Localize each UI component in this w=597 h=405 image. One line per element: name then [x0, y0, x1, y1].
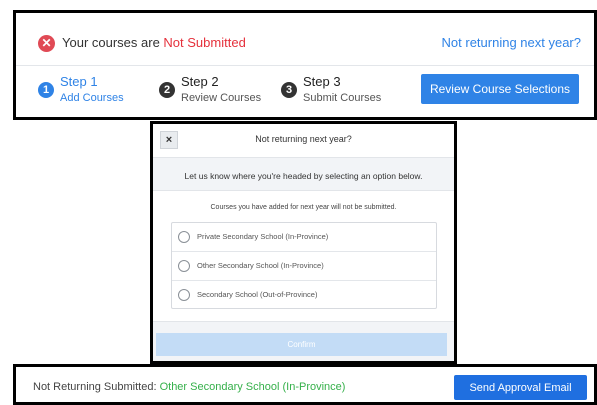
option-other-secondary-in-province[interactable]: Other Secondary School (In-Province) — [172, 252, 436, 281]
status-prefix: Your courses are — [62, 35, 164, 50]
step-2-subtitle: Review Courses — [181, 92, 262, 104]
option-label: Private Secondary School (In-Province) — [197, 232, 329, 241]
modal-title: Not returning next year? — [255, 134, 352, 144]
submitted-destination: Other Secondary School (In-Province) — [159, 381, 346, 393]
course-status-panel: ✕ Your courses are Not Submitted Not ret… — [13, 10, 597, 120]
step-2-title: Step 2 — [181, 74, 219, 89]
radio-icon[interactable] — [178, 260, 190, 272]
step-3-title: Step 3 — [303, 74, 341, 89]
not-returning-modal: × Not returning next year? Let us know w… — [150, 121, 457, 364]
step-1-title: Step 1 — [60, 74, 98, 89]
submission-status-bar: Not Returning Submitted: Other Secondary… — [13, 364, 597, 405]
option-private-secondary-in-province[interactable]: Private Secondary School (In-Province) — [172, 223, 436, 252]
modal-note: Courses you have added for next year wil… — [210, 204, 397, 211]
option-secondary-out-of-province[interactable]: Secondary School (Out-of-Province) — [172, 281, 436, 310]
step-2-number-icon: 2 — [159, 82, 175, 98]
not-returning-link[interactable]: Not returning next year? — [442, 35, 581, 50]
submitted-message: Not Returning Submitted: Other Secondary… — [33, 381, 345, 393]
status-message: Your courses are Not Submitted — [62, 35, 246, 50]
status-state: Not Submitted — [163, 35, 246, 50]
steps-row: 1 Step 1 Add Courses 2 Step 2 Review Cou… — [16, 67, 594, 117]
modal-body: Courses you have added for next year wil… — [153, 190, 454, 322]
modal-prompt: Let us know where you're headed by selec… — [184, 171, 423, 181]
step-1-subtitle: Add Courses — [60, 92, 124, 104]
review-course-selections-button[interactable]: Review Course Selections — [421, 74, 579, 104]
destination-options: Private Secondary School (In-Province) O… — [171, 222, 437, 309]
send-approval-email-button[interactable]: Send Approval Email — [454, 375, 587, 400]
step-1-number-icon: 1 — [38, 82, 54, 98]
x-circle-icon: ✕ — [38, 35, 55, 52]
option-label: Secondary School (Out-of-Province) — [197, 290, 318, 299]
submitted-prefix: Not Returning Submitted: — [33, 381, 160, 393]
step-3-number-icon: 3 — [281, 82, 297, 98]
modal-header: × Not returning next year? — [153, 124, 454, 158]
radio-icon[interactable] — [178, 231, 190, 243]
step-3-subtitle: Submit Courses — [303, 92, 382, 104]
confirm-button[interactable]: Confirm — [156, 333, 447, 356]
radio-icon[interactable] — [178, 289, 190, 301]
status-row: ✕ Your courses are Not Submitted Not ret… — [16, 13, 594, 66]
option-label: Other Secondary School (In-Province) — [197, 261, 324, 270]
